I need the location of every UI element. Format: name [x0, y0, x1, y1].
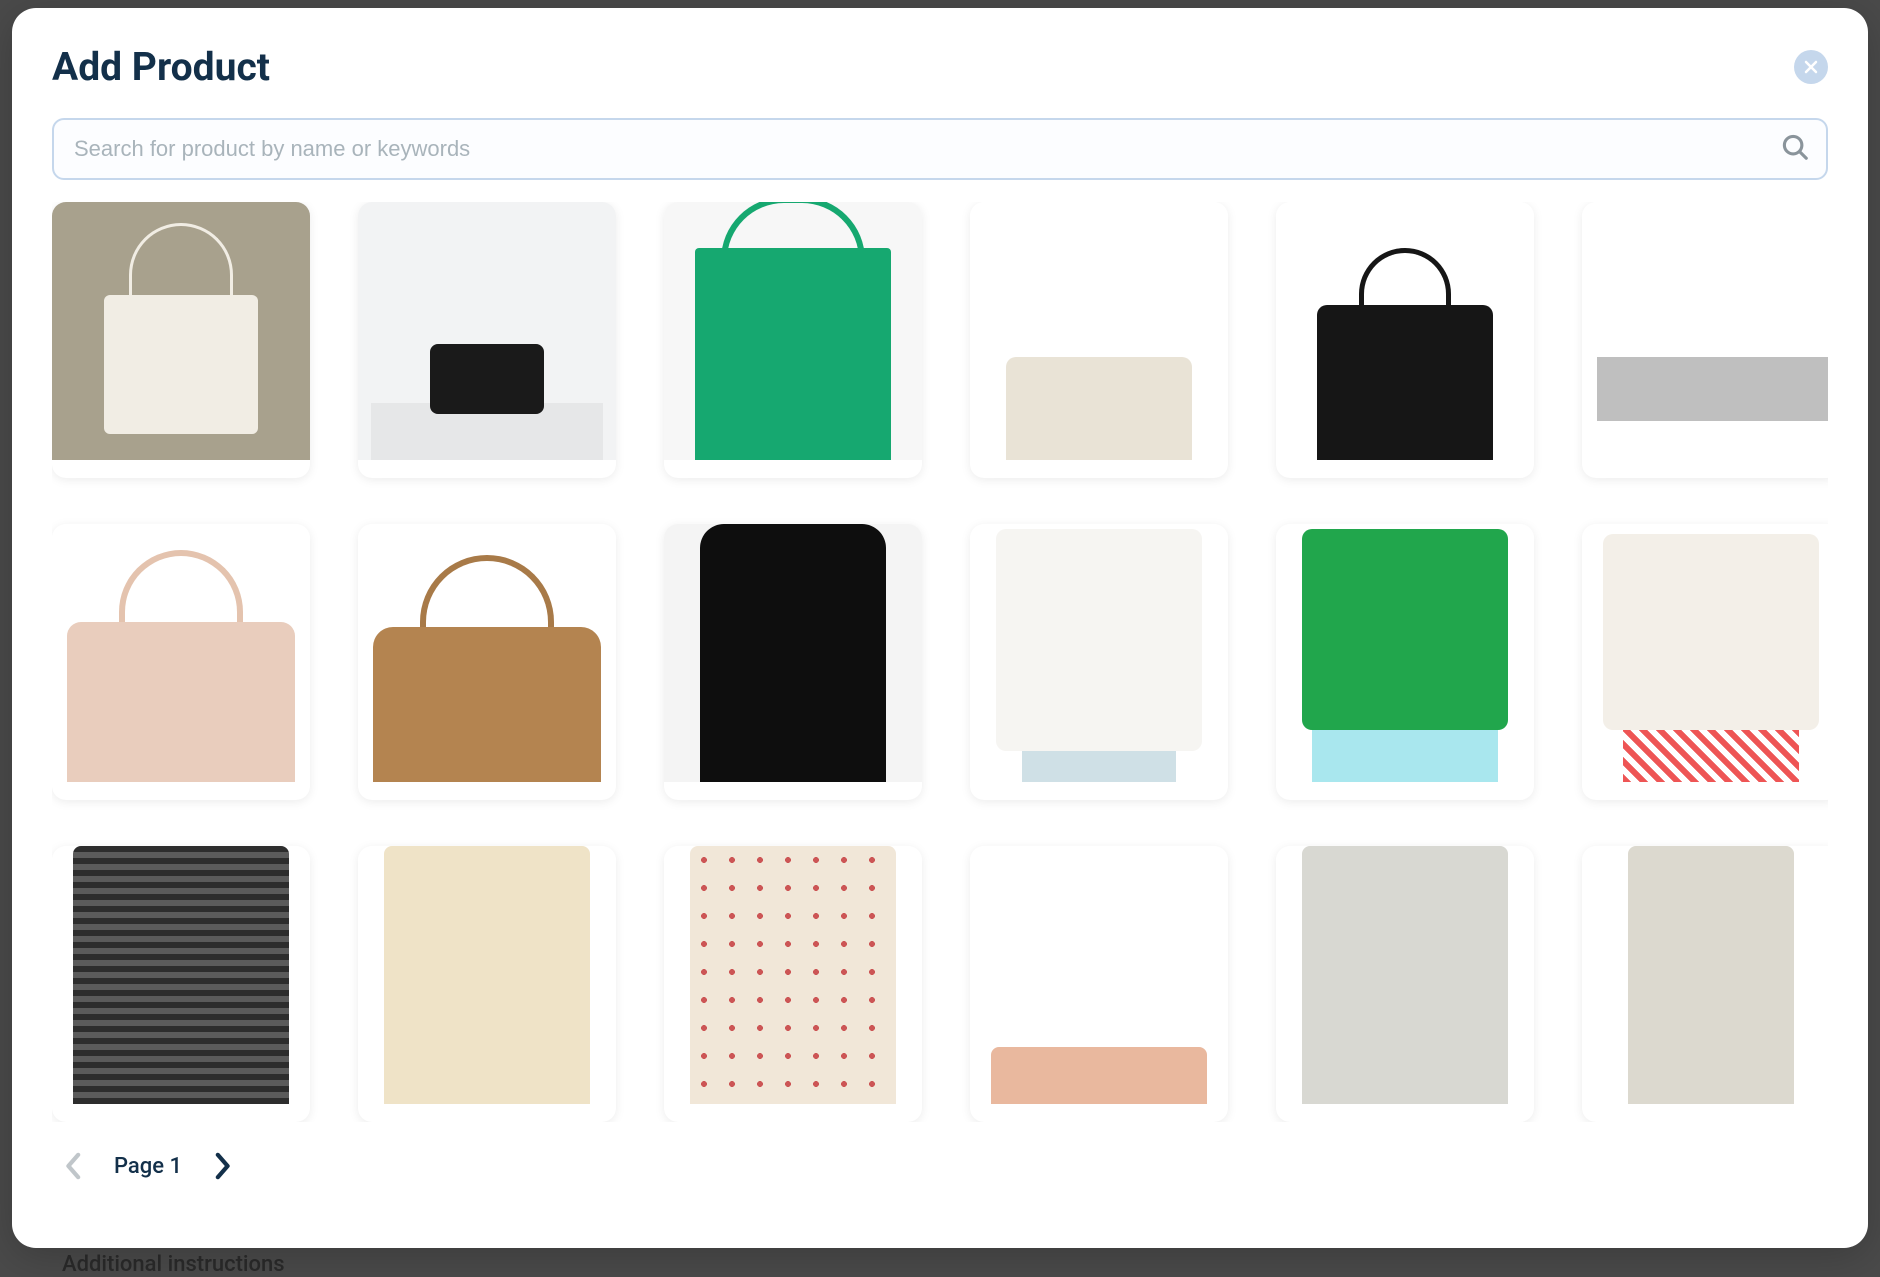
product-card[interactable]	[1582, 846, 1828, 1122]
product-card[interactable]	[970, 846, 1228, 1122]
product-image	[358, 846, 616, 1104]
close-button[interactable]	[1794, 50, 1828, 84]
product-name: Shirt "Kendall" Pol	[970, 782, 1228, 800]
product-name: Bag medium GUM l	[1276, 460, 1534, 478]
product-name: DKNY – Wallet	[1582, 460, 1828, 478]
product-name: DKNY – Wallet	[970, 460, 1228, 478]
modal-title: Add Product	[52, 44, 270, 90]
product-image	[664, 202, 922, 460]
product-image	[970, 524, 1228, 782]
product-image	[970, 202, 1228, 460]
chevron-right-icon	[212, 1152, 232, 1180]
product-name: Polo Ralph Lauren	[1276, 782, 1534, 800]
product-name	[664, 1104, 922, 1122]
close-icon	[1803, 59, 1819, 75]
product-card[interactable]: Bag medium GUM l	[1276, 202, 1534, 478]
background-page-label: Additional instructions	[62, 1252, 285, 1277]
product-card[interactable]	[358, 846, 616, 1122]
product-image	[358, 202, 616, 460]
product-name: Wallet "Blossom" s	[358, 460, 616, 478]
next-page-button[interactable]	[206, 1146, 238, 1186]
product-card[interactable]	[664, 846, 922, 1122]
product-image	[970, 846, 1228, 1104]
page-label: Page 1	[114, 1154, 182, 1179]
product-name: Moncler – Down Co	[664, 782, 922, 800]
search-container	[52, 118, 1828, 180]
pagination: Page 1	[52, 1146, 1828, 1186]
product-card[interactable]	[1276, 846, 1534, 1122]
product-image	[1582, 524, 1828, 782]
product-grid: Handbag Moschino Wallet "Blossom" s Bag …	[52, 202, 1828, 1122]
product-card[interactable]: Bag "Greyson" Gue	[52, 524, 310, 800]
prev-page-button[interactable]	[58, 1146, 90, 1186]
search-input[interactable]	[52, 118, 1828, 180]
product-image	[1276, 202, 1534, 460]
product-image	[52, 524, 310, 782]
product-card[interactable]: DKNY – Wallet	[1582, 202, 1828, 478]
product-name: Bag "Greyson" Gue	[52, 782, 310, 800]
product-image	[664, 846, 922, 1104]
product-card[interactable]: Bag "Sofia" large G	[664, 202, 922, 478]
product-name: Bag "Sofia" large G	[664, 460, 922, 478]
product-card[interactable]: Bag "Amanda B" Li	[358, 524, 616, 800]
product-card[interactable]: Handbag Moschino	[52, 202, 310, 478]
product-card[interactable]: Moncler – Down Co	[664, 524, 922, 800]
product-card[interactable]	[52, 846, 310, 1122]
product-card[interactable]: Polo Ralph Lauren	[1276, 524, 1534, 800]
add-product-modal: Add Product Handbag Moschino Wallet "Blo…	[12, 8, 1868, 1248]
product-name	[358, 1104, 616, 1122]
product-card[interactable]: Wallet "Blossom" s	[358, 202, 616, 478]
chevron-left-icon	[64, 1152, 84, 1180]
product-name: Bag "Amanda B" Li	[358, 782, 616, 800]
product-card[interactable]: DKNY – Wallet	[970, 202, 1228, 478]
modal-header: Add Product	[52, 44, 1828, 90]
product-image	[358, 524, 616, 782]
search-icon	[1780, 132, 1810, 166]
product-image	[1276, 524, 1534, 782]
product-name: Sweater Pinko whit	[1582, 782, 1828, 800]
product-image	[664, 524, 922, 782]
product-name	[52, 1104, 310, 1122]
product-name	[970, 1104, 1228, 1122]
product-image	[1582, 202, 1828, 460]
product-image	[52, 846, 310, 1104]
product-card[interactable]: Sweater Pinko whit	[1582, 524, 1828, 800]
product-card[interactable]: Shirt "Kendall" Pol	[970, 524, 1228, 800]
product-image	[52, 202, 310, 460]
product-name	[1582, 1104, 1828, 1122]
product-image	[1276, 846, 1534, 1104]
product-name: Handbag Moschino	[52, 460, 310, 478]
product-image	[1582, 846, 1828, 1104]
product-name	[1276, 1104, 1534, 1122]
